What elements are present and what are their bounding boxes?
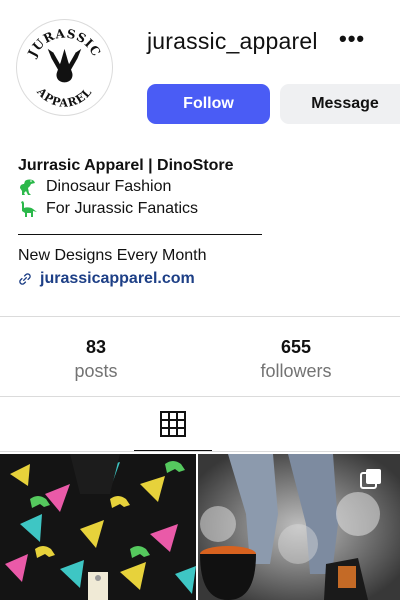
svg-text:APPAREL: APPAREL <box>34 85 95 110</box>
stats-bottom-divider <box>0 396 400 397</box>
message-button[interactable]: Message <box>280 84 400 124</box>
followers-count-value: 655 <box>280 337 312 357</box>
grid-icon[interactable] <box>159 410 187 438</box>
posts-count-value: 83 <box>85 337 107 357</box>
jurassic-apparel-logo-icon: JURASSIC APPAREL <box>25 26 103 110</box>
follow-button[interactable]: Follow <box>147 84 270 124</box>
dinosaur-print-shirt-photo-icon <box>0 454 196 600</box>
profile-username: jurassic_apparel <box>147 28 318 54</box>
t-rex-emoji-icon <box>20 179 35 195</box>
more-options-icon[interactable]: ••• <box>339 26 365 52</box>
bio-line: For Jurassic Fanatics <box>18 198 388 220</box>
bio-line-text: For Jurassic Fanatics <box>46 200 199 217</box>
posts-count[interactable]: 83 posts <box>36 336 156 384</box>
tabs-divider <box>0 451 400 452</box>
bio-link-text[interactable]: jurassicapparel.com <box>40 268 195 290</box>
bio-divider <box>18 234 262 235</box>
bio-designs-text: New Designs Every Month <box>18 247 207 264</box>
bio-line-text: Dinosaur Fashion <box>46 178 172 195</box>
sauropod-emoji-icon <box>21 201 37 217</box>
profile-avatar[interactable]: JURASSIC APPAREL <box>16 19 113 116</box>
post-thumbnail[interactable] <box>198 454 400 600</box>
bio-display-name: Jurrasic Apparel | DinoStore <box>18 157 234 174</box>
multiple-photos-icon <box>360 469 381 489</box>
posts-count-label: posts <box>74 361 118 381</box>
link-icon <box>19 273 31 285</box>
followers-count[interactable]: 655 followers <box>236 336 356 384</box>
stats-top-divider <box>0 316 400 317</box>
bio-website-link[interactable]: jurassicapparel.com <box>18 268 195 290</box>
bio-line: Dinosaur Fashion <box>18 176 388 198</box>
post-thumbnail[interactable] <box>0 454 196 600</box>
profile-bio: Jurrasic Apparel | DinoStore Dinosaur Fa… <box>18 156 388 220</box>
followers-count-label: followers <box>260 361 332 381</box>
